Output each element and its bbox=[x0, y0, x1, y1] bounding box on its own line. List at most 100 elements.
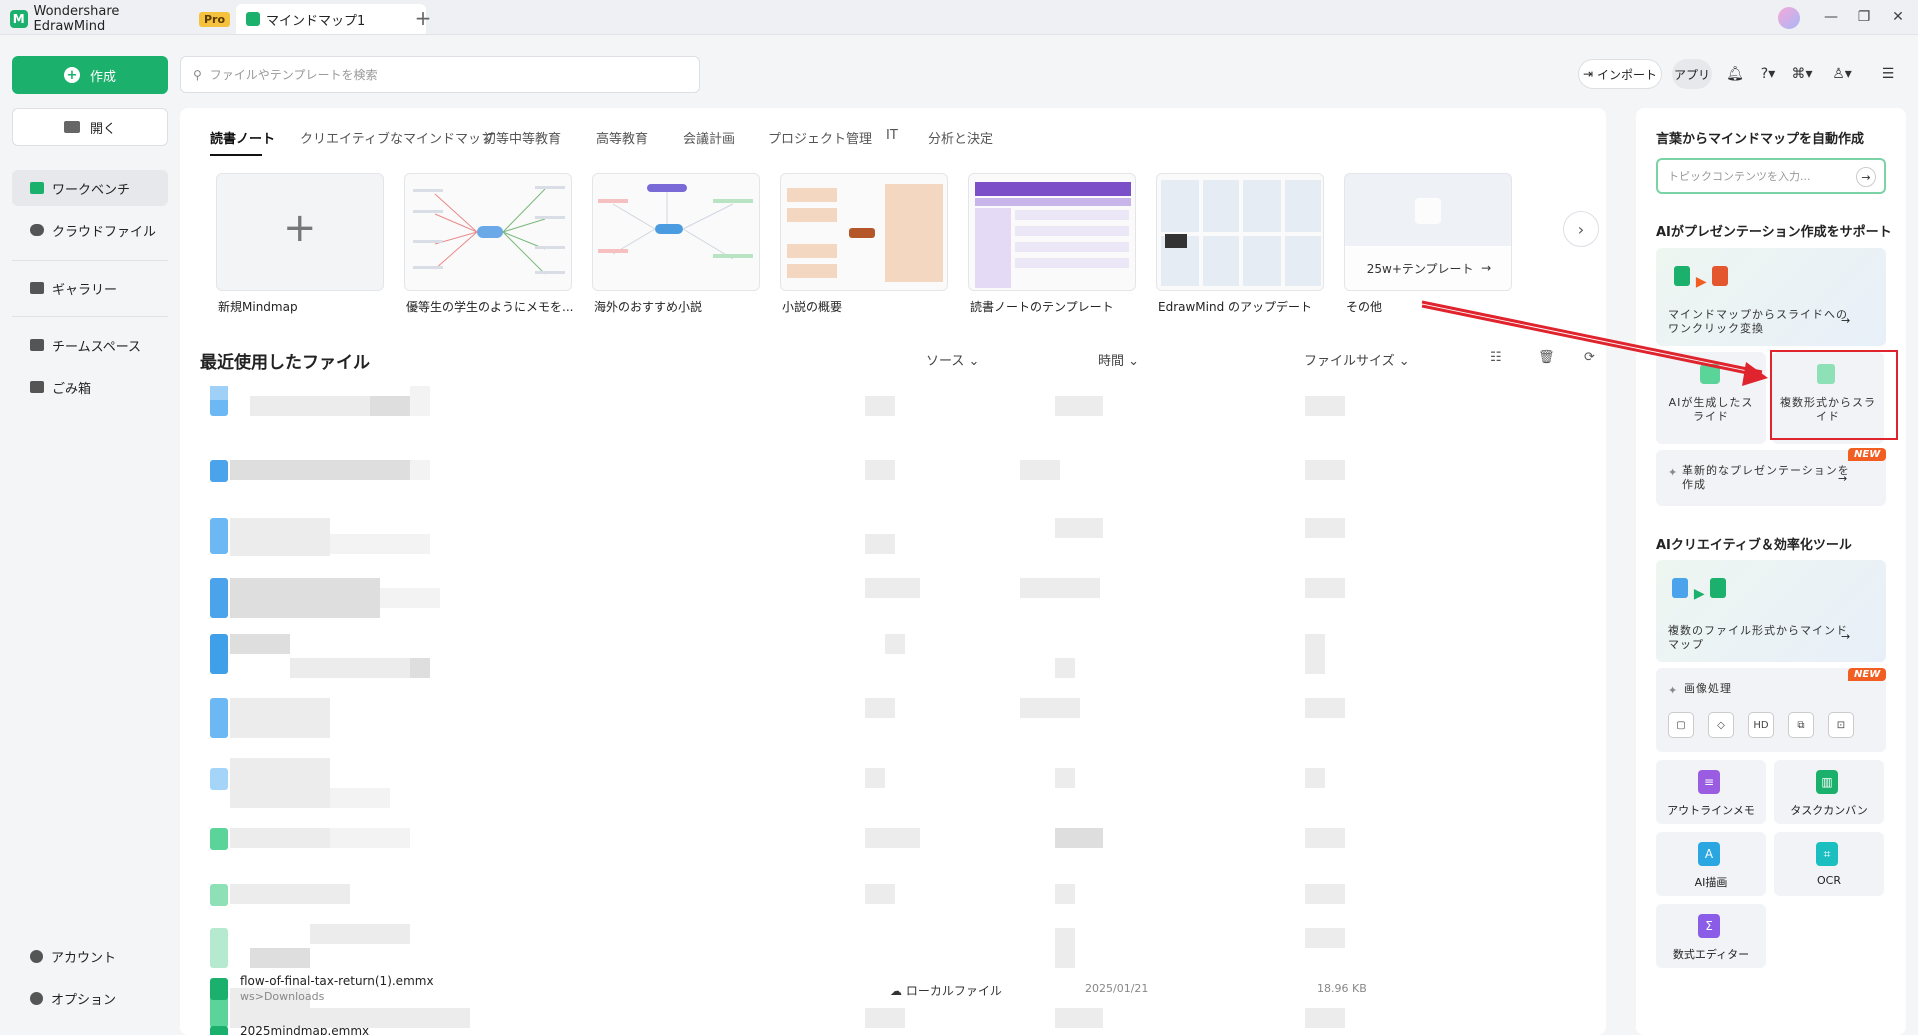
trash-icon bbox=[30, 381, 44, 393]
task-kanban-tool[interactable]: ▥ タスクカンバン bbox=[1774, 760, 1884, 824]
topic-input[interactable]: トピックコンテンツを入力... → bbox=[1656, 158, 1886, 194]
template-card[interactable] bbox=[592, 173, 760, 291]
outline-memo-icon: ≡ bbox=[1698, 770, 1720, 794]
list-item[interactable] bbox=[210, 698, 1350, 738]
list-item[interactable] bbox=[210, 578, 1350, 618]
ocr-icon: ⌗ bbox=[1816, 842, 1838, 866]
sidebar-item-gallery[interactable]: ギャラリー bbox=[12, 270, 168, 306]
template-thumbnail bbox=[413, 186, 565, 275]
new-badge: NEW bbox=[1848, 668, 1887, 681]
document-tab[interactable]: マインドマップ1 bbox=[236, 4, 426, 34]
sidebar-item-label: ギャラリー bbox=[52, 282, 118, 298]
file-name: 2025mindmap.emmx bbox=[240, 1024, 370, 1035]
image-enhance-icon[interactable]: ▢ bbox=[1668, 712, 1694, 738]
file-icon bbox=[210, 884, 228, 906]
minimize-icon[interactable]: — bbox=[1817, 6, 1845, 28]
list-item[interactable] bbox=[210, 884, 1350, 918]
sidebar-item-options[interactable]: オプション bbox=[12, 980, 168, 1016]
list-item[interactable] bbox=[210, 514, 1350, 556]
tab-creative-mindmap[interactable]: クリエイティブなマインドマップ bbox=[300, 128, 494, 147]
background-remove-icon[interactable]: ⊡ bbox=[1828, 712, 1854, 738]
search-input[interactable]: ⚲ ファイルやテンプレートを検索 bbox=[180, 56, 700, 93]
list-item[interactable] bbox=[210, 386, 1350, 422]
list-item[interactable] bbox=[210, 758, 1350, 808]
file-icon bbox=[210, 518, 228, 554]
tab-higher-education[interactable]: 高等教育 bbox=[596, 128, 648, 147]
tab-analysis-decision[interactable]: 分析と決定 bbox=[928, 128, 993, 147]
template-card[interactable] bbox=[1156, 173, 1324, 291]
template-thumbnail bbox=[975, 182, 1131, 288]
import-button[interactable]: ⇥ インポート bbox=[1578, 59, 1662, 89]
sidebar-item-trash[interactable]: ごみ箱 bbox=[12, 369, 168, 405]
shirt-theme-icon[interactable]: ♙▾ bbox=[1830, 64, 1854, 84]
pro-badge: Pro bbox=[198, 11, 230, 27]
powerpoint-icon bbox=[1712, 266, 1729, 286]
hd-upscale-icon[interactable]: HD bbox=[1748, 712, 1774, 738]
tab-primary-secondary-education[interactable]: 初等中等教育 bbox=[483, 128, 561, 147]
tab-it[interactable]: IT bbox=[886, 128, 898, 143]
sidebar-item-team-space[interactable]: チームスペース bbox=[12, 327, 168, 363]
outline-memo-tool[interactable]: ≡ アウトラインメモ bbox=[1656, 760, 1766, 824]
column-source-label: ソース bbox=[926, 354, 965, 369]
gallery-icon bbox=[30, 282, 44, 294]
file-icon bbox=[210, 768, 228, 790]
app-button[interactable]: アプリ bbox=[1672, 59, 1712, 89]
ocr-tool[interactable]: ⌗ OCR bbox=[1774, 832, 1884, 896]
import-icon: ⇥ bbox=[1582, 67, 1594, 81]
tab-project-management[interactable]: プロジェクト管理 bbox=[768, 128, 872, 147]
tab-meeting-planning[interactable]: 会議計画 bbox=[683, 128, 735, 147]
tab-reading-notes[interactable]: 読書ノート bbox=[210, 128, 275, 147]
arrow-right-icon: → bbox=[1481, 261, 1492, 275]
template-card-more[interactable]: 25w+テンプレート → bbox=[1344, 173, 1512, 291]
list-item[interactable] bbox=[210, 456, 1350, 490]
cloud-icon bbox=[30, 224, 44, 236]
create-button[interactable]: + 作成 bbox=[12, 56, 168, 94]
eraser-icon[interactable]: ◇ bbox=[1708, 712, 1734, 738]
new-tab-button[interactable]: + bbox=[410, 6, 436, 30]
task-kanban-label: タスクカンバン bbox=[1790, 804, 1868, 817]
column-source[interactable]: ソース ⌄ bbox=[926, 350, 979, 369]
multi-file-to-mindmap-card[interactable]: ▶ 複数のファイル形式からマインドマップ → bbox=[1656, 560, 1886, 662]
table-row[interactable]: 2025mindmap.emmx bbox=[210, 1024, 1380, 1035]
sigma-icon: Σ bbox=[1698, 914, 1720, 938]
table-row[interactable]: flow-of-final-tax-return(1).emmx ws>Down… bbox=[210, 974, 1380, 1010]
formula-editor-label: 数式エディター bbox=[1672, 948, 1750, 961]
avatar[interactable] bbox=[1778, 7, 1800, 29]
formula-editor-tool[interactable]: Σ 数式エディター bbox=[1656, 904, 1766, 968]
help-icon[interactable]: ?▾ bbox=[1756, 64, 1780, 84]
apps-grid-icon[interactable]: ⌘▾ bbox=[1790, 64, 1814, 84]
list-item[interactable] bbox=[210, 628, 1350, 678]
file-path: ws>Downloads bbox=[240, 990, 325, 1003]
sidebar-item-label: ワークベンチ bbox=[52, 182, 131, 198]
chevron-right-icon[interactable]: › bbox=[1563, 211, 1599, 247]
menu-icon[interactable]: ☰ bbox=[1876, 64, 1900, 84]
sidebar-item-account[interactable]: アカウント bbox=[12, 938, 168, 974]
open-button[interactable]: 開く bbox=[12, 108, 168, 146]
list-item[interactable] bbox=[210, 924, 1350, 968]
template-label: 新規Mindmap bbox=[218, 300, 298, 314]
more-templates-text: 25w+テンプレート bbox=[1366, 261, 1474, 276]
template-gallery-icon bbox=[1415, 198, 1441, 224]
ai-drawing-tool[interactable]: A AI描画 bbox=[1656, 832, 1766, 896]
template-card[interactable] bbox=[404, 173, 572, 291]
list-item[interactable] bbox=[210, 828, 1350, 862]
template-card[interactable] bbox=[968, 173, 1136, 291]
template-card[interactable] bbox=[780, 173, 948, 291]
bell-icon[interactable]: 🔔︎ bbox=[1723, 64, 1747, 84]
cloud-local-icon: ☁︎ bbox=[890, 984, 902, 998]
app-tab[interactable]: M Wondershare EdrawMind Pro bbox=[0, 4, 240, 34]
topic-placeholder: トピックコンテンツを入力... bbox=[1668, 170, 1811, 183]
more-templates-overlay: 25w+テンプレート → bbox=[1345, 246, 1511, 290]
maximize-icon[interactable]: ❐ bbox=[1850, 6, 1878, 28]
template-card-new[interactable]: + bbox=[216, 173, 384, 291]
sidebar-item-cloud-files[interactable]: クラウドファイル bbox=[12, 212, 168, 248]
folder-icon bbox=[63, 121, 80, 133]
main-panel: 読書ノート クリエイティブなマインドマップ 初等中等教育 高等教育 会議計画 プ… bbox=[180, 108, 1606, 1035]
column-time[interactable]: 時間 ⌄ bbox=[1098, 350, 1139, 369]
send-arrow-icon[interactable]: → bbox=[1856, 167, 1876, 187]
sidebar-item-workbench[interactable]: ワークベンチ bbox=[12, 170, 168, 206]
column-size[interactable]: ファイルサイズ ⌄ bbox=[1304, 350, 1410, 369]
image-expand-icon[interactable]: ⧉ bbox=[1788, 712, 1814, 738]
arrow-right-icon: → bbox=[1838, 472, 1848, 485]
close-icon[interactable]: ✕ bbox=[1884, 6, 1912, 28]
